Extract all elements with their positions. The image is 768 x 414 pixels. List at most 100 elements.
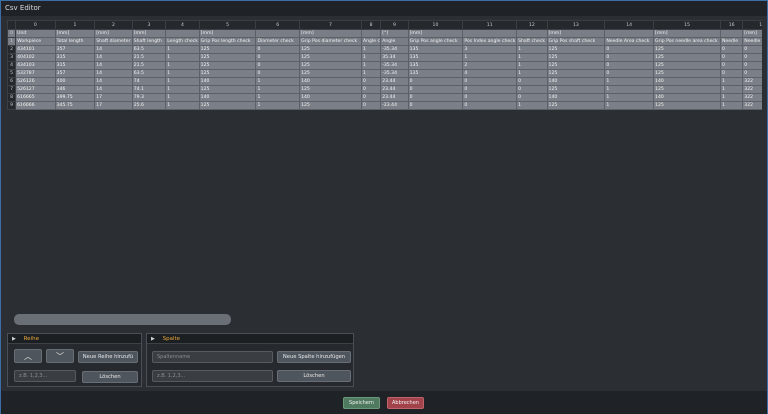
table-cell[interactable]: 1: [165, 101, 200, 110]
table-cell[interactable]: 125: [299, 61, 362, 70]
table-cell[interactable]: 0: [516, 85, 548, 94]
table-cell[interactable]: 404102: [15, 53, 56, 62]
table-cell[interactable]: Angle: [380, 37, 409, 46]
table-cell[interactable]: [mm]: [546, 29, 606, 38]
column-header[interactable]: 11: [462, 20, 518, 30]
table-cell[interactable]: 1: [604, 93, 655, 102]
table-cell[interactable]: 135: [407, 45, 464, 54]
column-header[interactable]: 14: [604, 20, 655, 30]
column-header[interactable]: 13: [546, 20, 606, 30]
column-header[interactable]: 2: [94, 20, 133, 30]
table-cell[interactable]: 315: [54, 61, 96, 70]
table-cell[interactable]: 74.1: [131, 85, 167, 94]
table-cell[interactable]: 135: [407, 53, 464, 62]
table-cell[interactable]: Grip Pos length check: [198, 37, 257, 46]
table-cell[interactable]: 140: [198, 93, 257, 102]
table-cell[interactable]: 140: [198, 77, 257, 86]
table-cell[interactable]: 1: [360, 45, 382, 54]
table-cell[interactable]: 125: [299, 85, 362, 94]
table-row[interactable]: 1 Workpiece Total length Shaft diameter Shaf…: [7, 37, 762, 46]
column-header[interactable]: 5: [198, 20, 257, 30]
table-cell[interactable]: [mm]: [653, 29, 721, 38]
column-panel-header[interactable]: ▶ Spalte: [147, 334, 353, 344]
table-cell[interactable]: 135: [407, 69, 464, 78]
table-cell[interactable]: Grip Pos shaft check: [546, 37, 606, 46]
table-cell[interactable]: 532787: [15, 69, 56, 78]
delete-row-button[interactable]: Löschen: [82, 371, 138, 383]
row-header[interactable]: 4: [7, 61, 17, 70]
table-cell[interactable]: 399.75: [54, 93, 96, 102]
table-cell[interactable]: 125: [546, 101, 606, 110]
table-row[interactable]: 7 526127 346 14 74.1 1 125 1 125 0 23.44 0 0 0 125 1 125…: [7, 85, 762, 94]
table-row[interactable]: 0 Unit [mm] [mm] [mm] [mm] [mm] [°] [mm] [mm] [mm]…: [7, 29, 762, 38]
table-cell[interactable]: 25.6: [131, 101, 167, 110]
table-row[interactable]: 2 434101 357 14 63.5 1 125 0 125 1 -35.34 135 3 1 125 0…: [7, 45, 762, 54]
table-cell[interactable]: 1: [165, 77, 200, 86]
table-cell[interactable]: Shaft check: [516, 37, 548, 46]
horizontal-scrollbar[interactable]: [14, 314, 231, 325]
table-cell[interactable]: [255, 29, 301, 38]
add-column-button[interactable]: Neue Spalte hinzufügen: [277, 351, 351, 363]
column-header[interactable]: 8: [360, 20, 382, 30]
row-header[interactable]: 9: [7, 101, 17, 110]
column-header[interactable]: 3: [131, 20, 167, 30]
table-cell[interactable]: Diameter check: [255, 37, 301, 46]
table-cell[interactable]: 125: [198, 53, 257, 62]
csv-grid[interactable]: 01234567891011121314151617 0Unit[mm][mm]…: [7, 20, 762, 117]
row-header[interactable]: 3: [7, 53, 17, 62]
table-cell[interactable]: 140: [299, 93, 362, 102]
table-cell[interactable]: [604, 29, 655, 38]
table-cell[interactable]: 125: [198, 85, 257, 94]
table-cell[interactable]: 0: [742, 53, 762, 62]
table-cell[interactable]: Angle check: [360, 37, 382, 46]
table-cell[interactable]: 140: [299, 77, 362, 86]
table-cell[interactable]: 0: [255, 45, 301, 54]
table-cell[interactable]: 322: [742, 101, 762, 110]
table-cell[interactable]: 4: [462, 69, 518, 78]
table-cell[interactable]: 125: [546, 69, 606, 78]
table-cell[interactable]: 0: [462, 101, 518, 110]
add-row-button[interactable]: Neue Reihe hinzufü: [78, 351, 138, 363]
column-header[interactable]: 15: [653, 20, 721, 30]
column-header[interactable]: 10: [407, 20, 464, 30]
table-cell[interactable]: 1: [255, 101, 301, 110]
column-header[interactable]: 17: [742, 20, 762, 30]
table-cell[interactable]: Shaft length: [131, 37, 167, 46]
table-row[interactable]: 3 404102 315 14 21.5 1 125 0 125 1 35.34 135 1 1 125 0 1…: [7, 53, 762, 62]
table-cell[interactable]: 315: [54, 53, 96, 62]
table-cell[interactable]: 0: [255, 69, 301, 78]
table-cell[interactable]: 1: [516, 53, 548, 62]
table-cell[interactable]: 1: [360, 53, 382, 62]
table-cell[interactable]: 0: [462, 93, 518, 102]
table-cell[interactable]: 0: [719, 45, 744, 54]
table-cell[interactable]: 1: [719, 85, 744, 94]
table-cell[interactable]: 125: [299, 101, 362, 110]
table-cell[interactable]: 125: [198, 69, 257, 78]
row-header[interactable]: 8: [7, 93, 17, 102]
save-button[interactable]: Speichern: [343, 397, 380, 409]
table-cell[interactable]: 14: [94, 77, 133, 86]
table-cell[interactable]: 1: [604, 101, 655, 110]
table-cell[interactable]: Grip Pos angle check: [407, 37, 464, 46]
table-cell[interactable]: 0: [742, 45, 762, 54]
row-header[interactable]: 0: [7, 29, 17, 38]
table-cell[interactable]: 125: [653, 85, 721, 94]
table-cell[interactable]: 1: [516, 101, 548, 110]
table-cell[interactable]: 0: [360, 93, 382, 102]
table-cell[interactable]: Needle Area check: [604, 37, 655, 46]
table-cell[interactable]: 2: [462, 61, 518, 70]
table-cell[interactable]: 21.5: [131, 61, 167, 70]
table-cell[interactable]: [mm]: [131, 29, 167, 38]
column-header[interactable]: 12: [516, 20, 548, 30]
table-row[interactable]: 8 616665 399.75 17 79.3 1 140 1 140 0 23.44 0 0 0 140 1…: [7, 93, 762, 102]
table-cell[interactable]: 23.44: [380, 93, 409, 102]
table-cell[interactable]: Pos Index angle check: [462, 37, 518, 46]
table-cell[interactable]: 125: [653, 45, 721, 54]
table-cell[interactable]: 1: [719, 77, 744, 86]
table-cell[interactable]: 0: [462, 77, 518, 86]
column-header[interactable]: 7: [299, 20, 362, 30]
table-cell[interactable]: [165, 29, 200, 38]
table-cell[interactable]: 1: [165, 45, 200, 54]
table-cell[interactable]: [mm]: [198, 29, 257, 38]
table-cell[interactable]: 0: [407, 85, 464, 94]
